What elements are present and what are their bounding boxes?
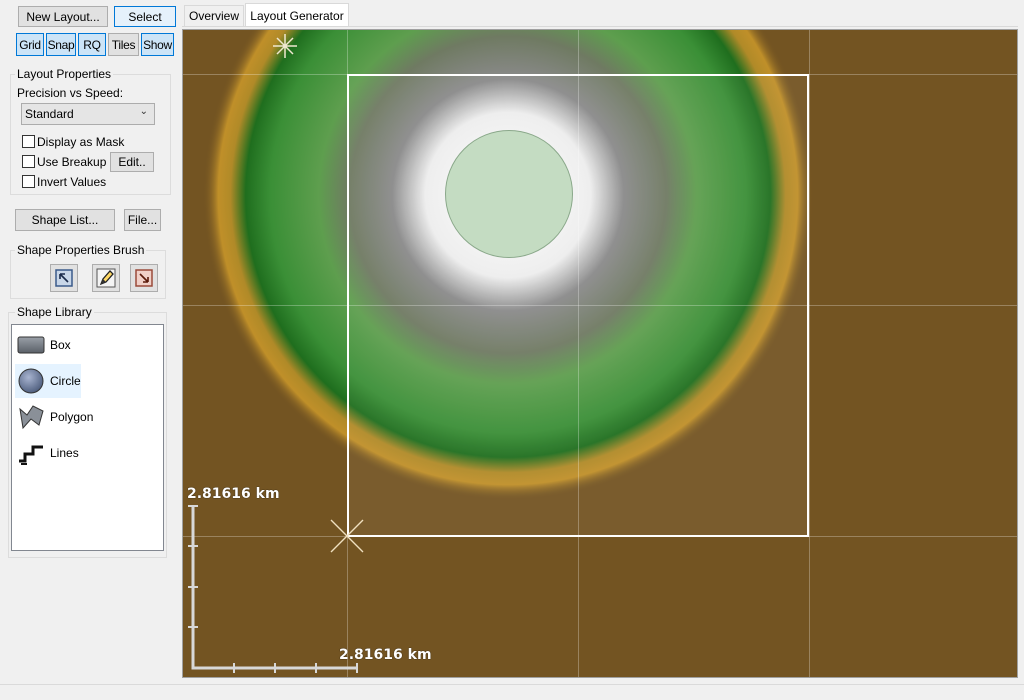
display-as-mask-checkbox[interactable]: [22, 135, 35, 148]
shape-list-button[interactable]: Shape List...: [15, 209, 115, 231]
selection-rectangle[interactable]: [347, 74, 809, 537]
layout-viewport[interactable]: 2.81616 km 2.81616 km: [182, 29, 1018, 678]
box-shape-icon: [17, 336, 45, 354]
tab-overview[interactable]: Overview: [184, 5, 244, 26]
scale-horizontal-label: 2.81616 km: [339, 647, 432, 663]
shape-brush-title: Shape Properties Brush: [15, 243, 147, 257]
rq-toggle[interactable]: RQ: [78, 33, 106, 56]
snap-toggle[interactable]: Snap: [46, 33, 76, 56]
library-item-circle[interactable]: Circle: [15, 364, 81, 398]
new-layout-button[interactable]: New Layout...: [18, 6, 108, 27]
polygon-shape-icon: [19, 405, 44, 430]
select-brush-button[interactable]: [50, 264, 78, 292]
library-item-label: Circle: [50, 374, 81, 388]
anchor-star-icon[interactable]: [271, 32, 299, 60]
chevron-down-icon: ⌄: [139, 106, 148, 117]
library-item-box[interactable]: Box: [15, 328, 81, 362]
use-breakup-label: Use Breakup: [37, 155, 107, 169]
precision-label: Precision vs Speed:: [17, 86, 124, 100]
invert-values-label: Invert Values: [37, 175, 107, 189]
status-bar: [0, 684, 1024, 700]
erase-brush-icon: [135, 269, 153, 287]
select-button[interactable]: Select: [114, 6, 176, 27]
lines-shape-icon: [19, 445, 43, 465]
library-item-label: Polygon: [50, 410, 94, 424]
tiles-toggle[interactable]: Tiles: [108, 33, 139, 56]
scale-vertical-label: 2.81616 km: [187, 486, 280, 502]
shape-library-title: Shape Library: [15, 305, 94, 319]
edit-breakup-button[interactable]: Edit..: [110, 152, 154, 172]
library-item-label: Lines: [50, 446, 79, 460]
tab-layout-generator[interactable]: Layout Generator: [245, 3, 349, 27]
shape-library-list[interactable]: Box Circle Polygon Lines: [11, 324, 164, 551]
select-brush-icon: [55, 269, 73, 287]
library-item-label: Box: [50, 338, 71, 352]
show-toggle[interactable]: Show: [141, 33, 174, 56]
layout-properties-title: Layout Properties: [15, 67, 114, 81]
precision-value: Standard: [25, 107, 74, 121]
pencil-brush-button[interactable]: [92, 264, 120, 292]
file-button[interactable]: File...: [124, 209, 161, 231]
grid-line: [809, 30, 810, 677]
tab-divider: [182, 26, 1018, 27]
library-item-polygon[interactable]: Polygon: [15, 400, 93, 434]
library-item-lines[interactable]: Lines: [15, 436, 81, 470]
use-breakup-checkbox[interactable]: [22, 155, 35, 168]
erase-brush-button[interactable]: [130, 264, 158, 292]
grid-toggle[interactable]: Grid: [16, 33, 44, 56]
precision-select[interactable]: Standard ⌄: [21, 103, 155, 125]
display-as-mask-label: Display as Mask: [37, 135, 125, 149]
pencil-brush-icon: [96, 268, 116, 288]
circle-shape-icon: [18, 368, 44, 394]
invert-values-checkbox[interactable]: [22, 175, 35, 188]
